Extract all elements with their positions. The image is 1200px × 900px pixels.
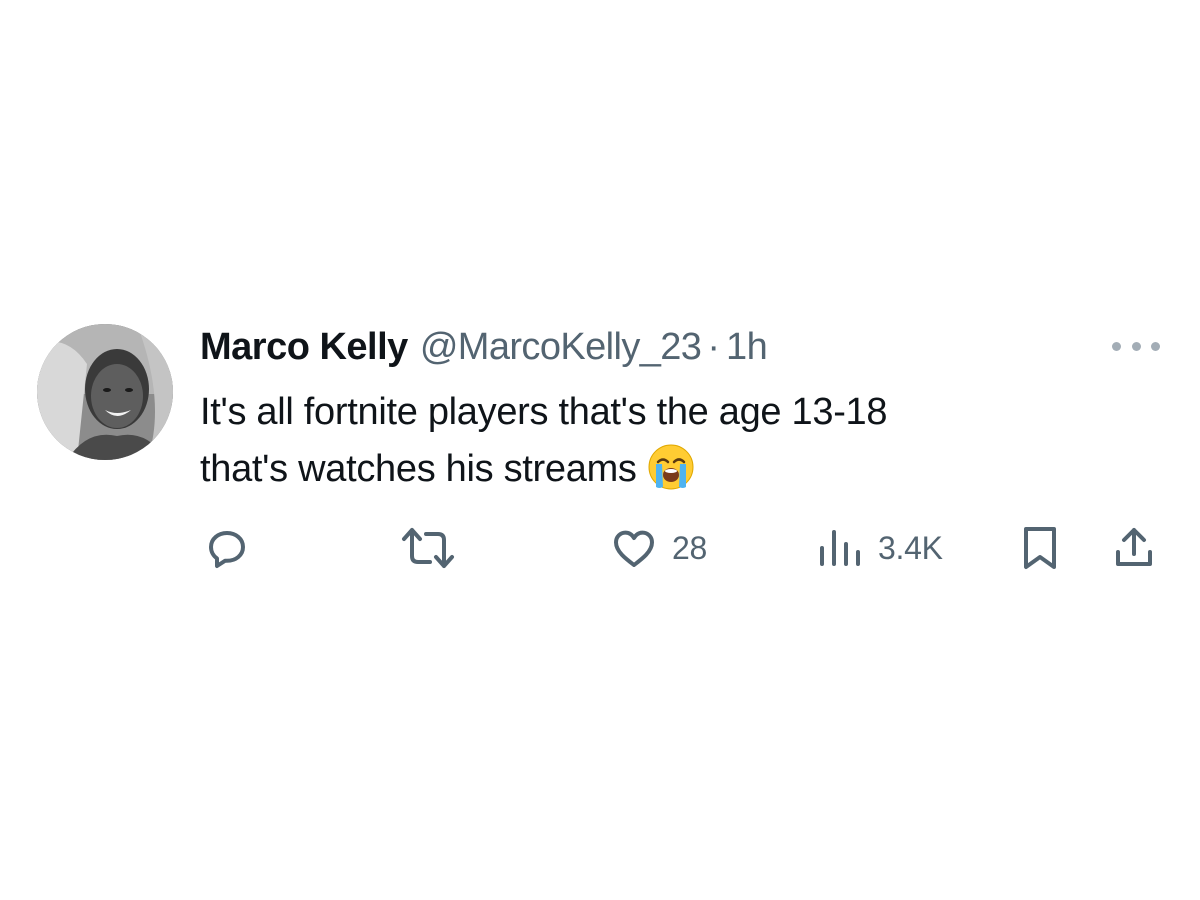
separator-dot: · — [707, 326, 720, 368]
bookmark-icon — [1024, 527, 1056, 569]
reply-icon — [209, 531, 245, 568]
tweet-text-line-1: It's all fortnite players that's the age… — [200, 391, 888, 433]
tweet-header: Marco Kelly @MarcoKelly_23 · 1h — [200, 322, 768, 372]
share-button[interactable] — [1110, 520, 1158, 576]
tweet-text-line-2-wrap: that's watches his streams — [200, 441, 1100, 508]
bookmark-button[interactable] — [1018, 520, 1062, 576]
like-count: 28 — [672, 529, 707, 566]
tweet-text-line-2: that's watches his streams — [200, 448, 637, 490]
share-icon — [1116, 528, 1152, 566]
timestamp[interactable]: 1h — [726, 322, 768, 372]
avatar[interactable] — [37, 324, 173, 460]
tweet-actions: 28 3.4K — [0, 520, 1200, 576]
tweet: Marco Kelly @MarcoKelly_23 · 1h It's all… — [0, 0, 1200, 900]
user-handle[interactable]: @MarcoKelly_23 — [420, 322, 702, 372]
display-name[interactable]: Marco Kelly — [200, 322, 408, 372]
avatar-photo — [37, 324, 173, 460]
views-button[interactable]: 3.4K — [816, 520, 943, 576]
like-button[interactable]: 28 — [610, 520, 707, 576]
views-icon — [820, 530, 860, 566]
retweet-button[interactable] — [400, 520, 456, 576]
views-count: 3.4K — [878, 529, 943, 566]
retweet-icon — [402, 528, 454, 568]
heart-icon — [614, 530, 654, 567]
more-options-icon[interactable] — [1112, 336, 1160, 356]
tweet-text: It's all fortnite players that's the age… — [200, 384, 1100, 508]
loudly-crying-face-icon — [647, 443, 695, 508]
reply-button[interactable] — [203, 520, 251, 576]
